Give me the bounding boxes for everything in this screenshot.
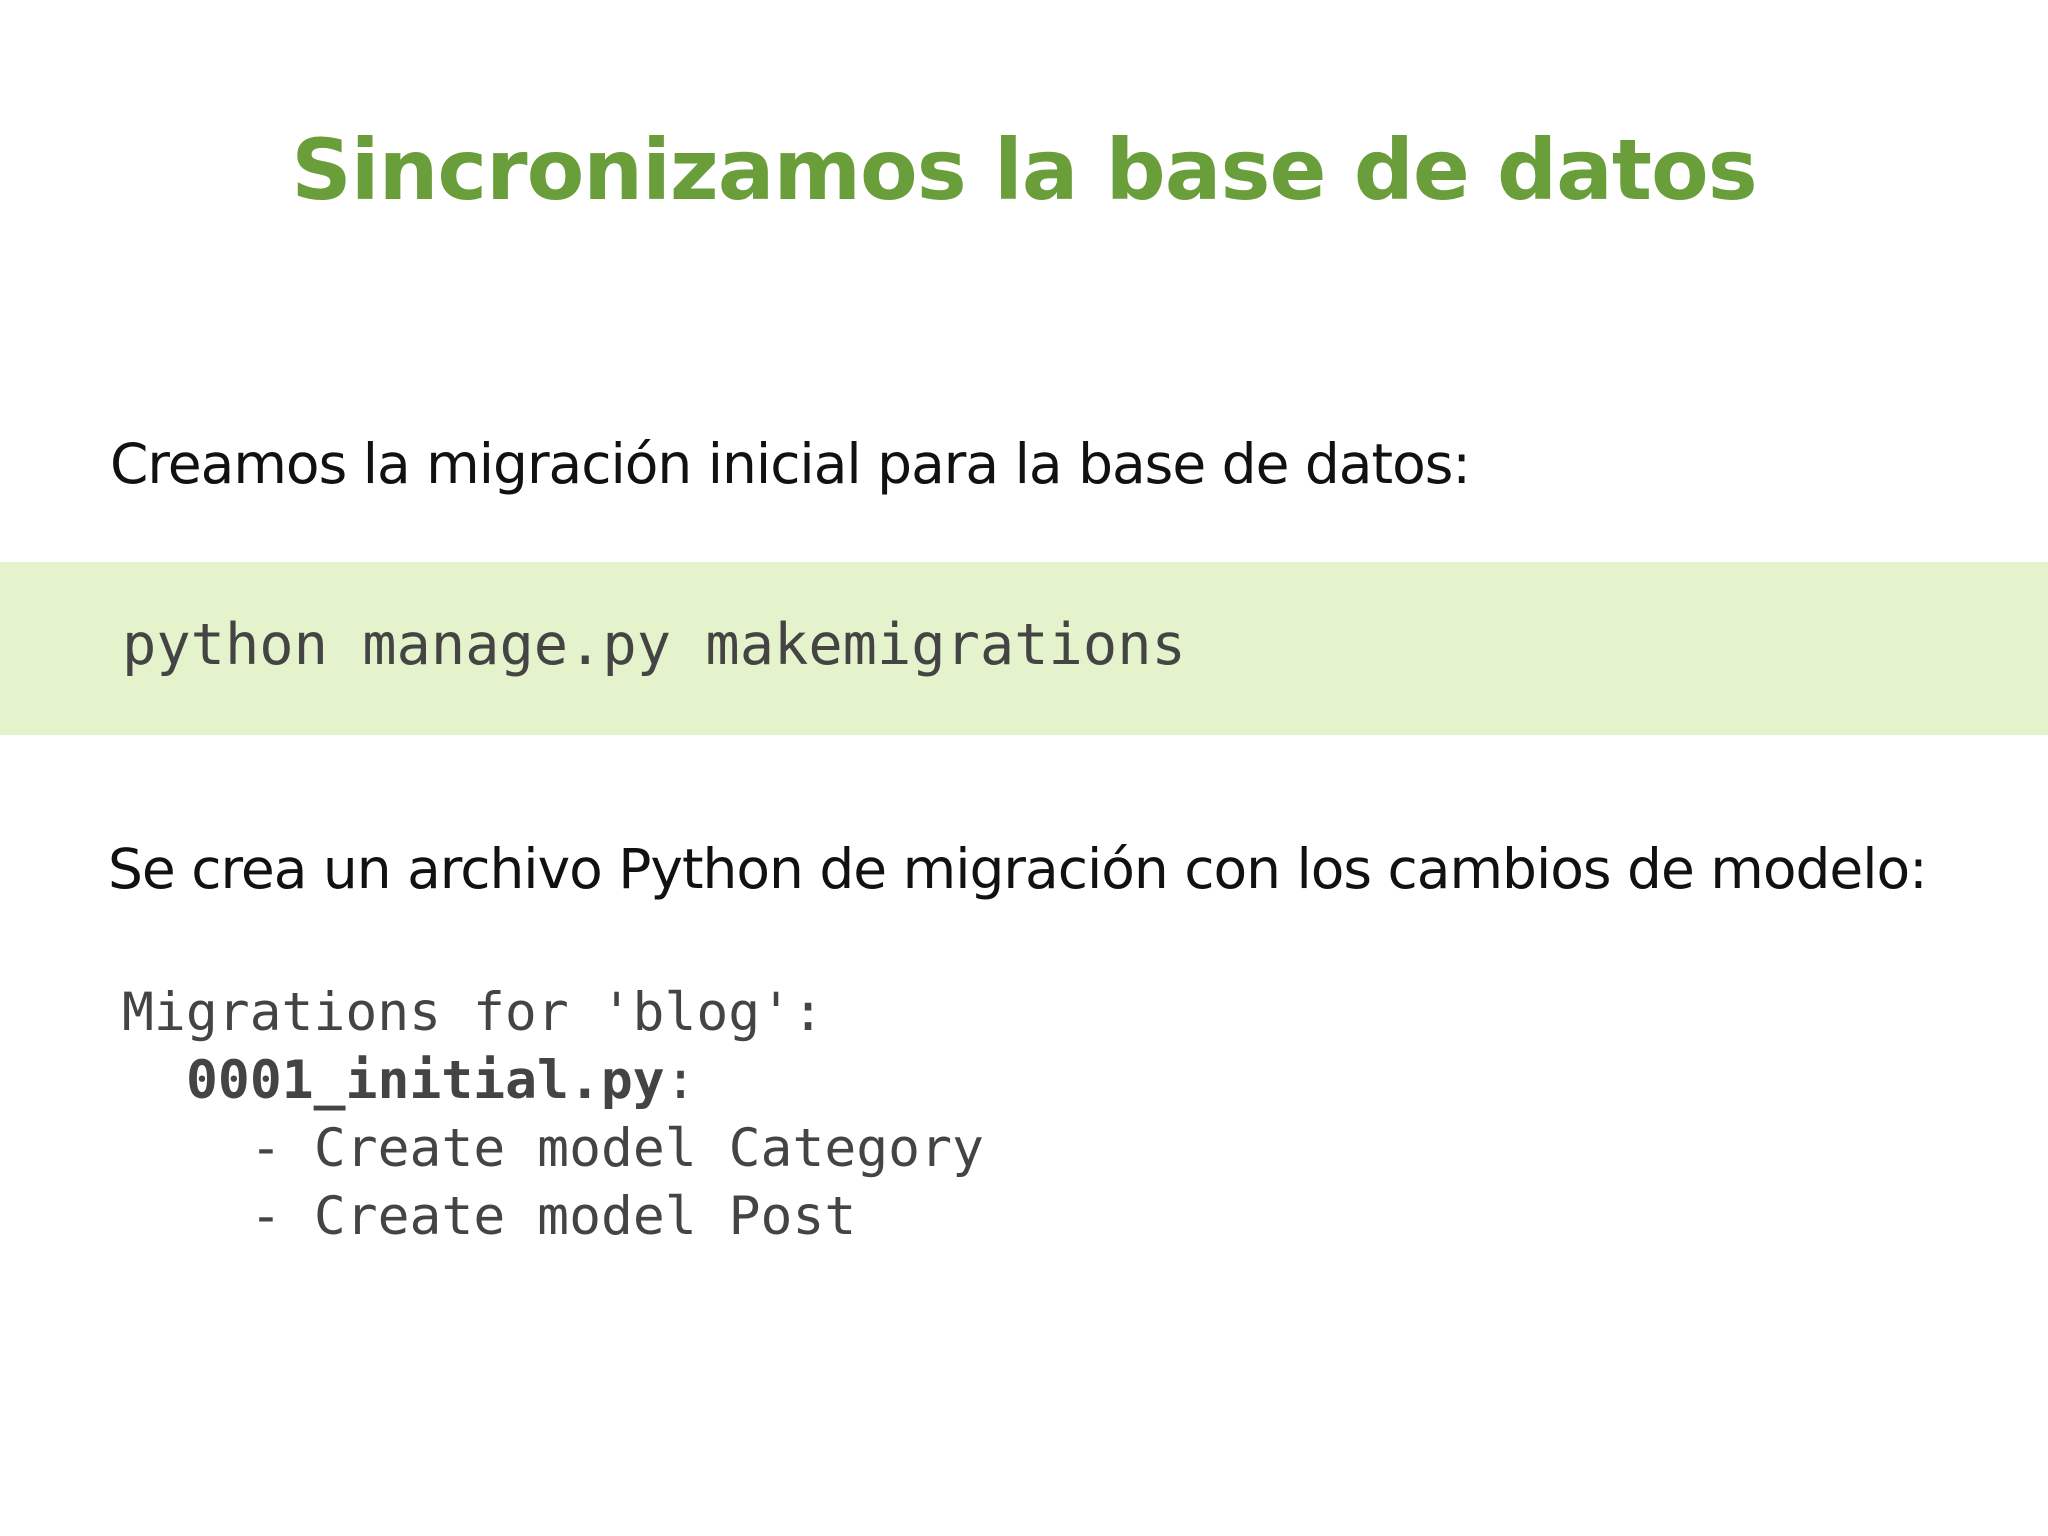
- output-change-line: - Create model Category: [250, 1118, 984, 1179]
- output-header-line: Migrations for 'blog':: [122, 982, 824, 1043]
- output-file-suffix: :: [664, 1050, 697, 1111]
- migration-output: Migrations for 'blog': 0001_initial.py: - …: [122, 979, 984, 1251]
- output-file-name: 0001_initial.py: [186, 1050, 665, 1111]
- output-change-line: - Create model Post: [250, 1186, 857, 1247]
- result-paragraph: Se crea un archivo Python de migración c…: [108, 837, 1928, 901]
- output-file-line: 0001_initial.py:: [122, 1047, 984, 1115]
- command-code: python manage.py makemigrations: [122, 612, 1186, 678]
- intro-paragraph: Creamos la migración inicial para la bas…: [110, 432, 1471, 496]
- slide-title: Sincronizamos la base de datos: [291, 121, 1757, 219]
